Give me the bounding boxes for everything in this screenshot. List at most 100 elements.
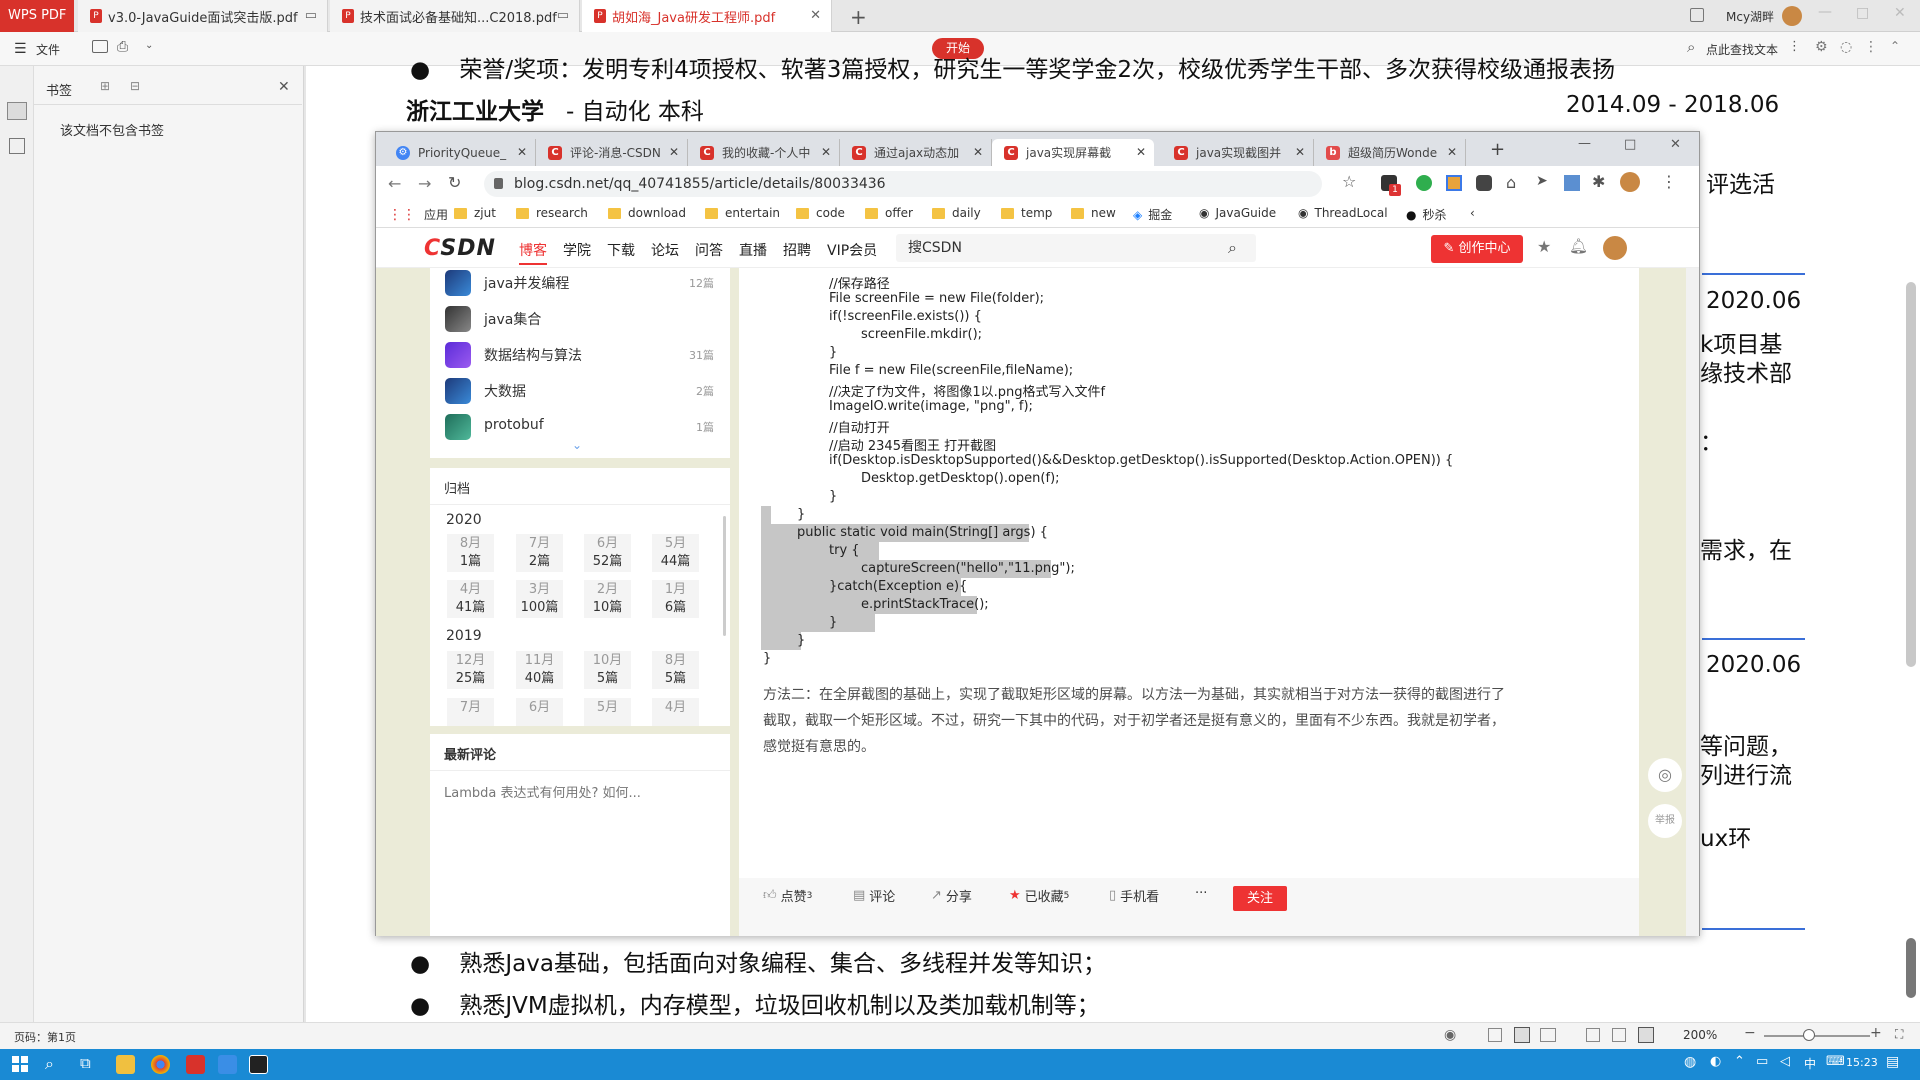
star-icon[interactable]: ☆	[1342, 172, 1356, 191]
file-menu[interactable]: 文件	[36, 41, 60, 58]
close-icon[interactable]: ✕	[1894, 5, 1906, 21]
window-icon[interactable]	[1690, 8, 1704, 22]
fullscreen-icon[interactable]: ⛶	[1895, 1027, 1903, 1042]
maximize-icon[interactable]: □	[1624, 137, 1636, 152]
archive-month[interactable]: 10月 5篇	[584, 651, 631, 689]
close-icon[interactable]: ✕	[810, 8, 821, 23]
archive-month[interactable]: 1月 6篇	[652, 580, 699, 618]
close-icon[interactable]: ✕	[973, 145, 983, 159]
csdn-logo[interactable]: CSDN	[424, 236, 496, 261]
bookmark-folder[interactable]: entertain	[705, 206, 780, 220]
pdf-scrollbar-thumb-lower[interactable]	[1906, 938, 1916, 998]
category-name[interactable]: java集合	[484, 309, 541, 329]
extension-icon[interactable]	[1564, 175, 1580, 191]
category-name[interactable]: protobuf	[484, 417, 544, 433]
chevron-up-icon[interactable]: ⌃	[1734, 1054, 1745, 1069]
extension-icon[interactable]	[1446, 175, 1462, 191]
bookmark-folder[interactable]: research	[516, 206, 588, 220]
wps-tab-2[interactable]: P 技术面试必备基础知...C2018.pdf ▭	[330, 0, 580, 32]
archive-month[interactable]: 4月	[652, 698, 699, 726]
bookmark-folder[interactable]: download	[608, 206, 686, 220]
continuous-page-icon[interactable]	[1514, 1027, 1530, 1043]
tray-icon[interactable]: ◐	[1710, 1054, 1721, 1069]
bookmark-folder[interactable]: temp	[1001, 206, 1052, 220]
bookmark-apps[interactable]: ⋮⋮ 应用	[388, 206, 448, 223]
bookmark-folder[interactable]: new	[1071, 206, 1116, 220]
chrome-tab-3[interactable]: C 我的收藏-个人中 ✕	[688, 139, 840, 166]
evernote-icon[interactable]	[1416, 175, 1432, 191]
zoom-slider-handle[interactable]	[1803, 1029, 1815, 1041]
puzzle-icon[interactable]: ✱	[1592, 172, 1605, 191]
camera-icon[interactable]: ⌂	[1506, 173, 1516, 192]
close-icon[interactable]: ✕	[1670, 137, 1681, 152]
address-bar[interactable]: blog.csdn.net/qq_40741855/article/detail…	[484, 171, 1322, 197]
close-icon[interactable]: ✕	[517, 145, 527, 159]
chrome-tab-7[interactable]: b 超级简历Wonde ✕	[1314, 139, 1466, 166]
nav-live[interactable]: 直播	[739, 240, 767, 260]
volume-icon[interactable]: ◁	[1780, 1054, 1790, 1069]
archive-month[interactable]: 8月 5篇	[652, 651, 699, 689]
zoom-level[interactable]: 200%	[1683, 1028, 1717, 1042]
close-icon[interactable]: ✕	[1136, 145, 1146, 159]
lock-icon[interactable]	[494, 178, 503, 189]
back-icon[interactable]: ←	[388, 174, 401, 193]
wps-tab-1[interactable]: P v3.0-JavaGuide面试突击版.pdf ▭	[78, 0, 328, 32]
cursor-icon[interactable]: ➤	[1536, 173, 1548, 189]
close-icon[interactable]: ✕	[821, 145, 831, 159]
print-icon[interactable]: ⎙	[117, 39, 128, 55]
bookmark-threadlocal[interactable]: ◉ ThreadLocal	[1298, 206, 1388, 220]
nav-download[interactable]: 下载	[607, 240, 635, 260]
actual-size-icon[interactable]	[1638, 1027, 1654, 1043]
chrome-tab-1[interactable]: ⚙ PriorityQueue_ ✕	[384, 139, 536, 166]
archive-month[interactable]: 6月	[516, 698, 563, 726]
open-folder-icon[interactable]	[92, 40, 108, 53]
settings-icon[interactable]: ⚙	[1815, 39, 1828, 55]
avatar[interactable]	[1782, 6, 1802, 26]
bookmark-juejin[interactable]: ◈ 掘金	[1133, 206, 1172, 223]
new-tab-plus-icon[interactable]: +	[1490, 139, 1505, 160]
comment-link[interactable]: Lambda 表达式有何用处? 如何...	[444, 782, 641, 801]
chrome-tab-2[interactable]: C 评论-消息-CSDN ✕	[536, 139, 688, 166]
chevron-down-icon[interactable]: ⌄	[145, 40, 153, 51]
expand-all-icon[interactable]: ⊞	[100, 79, 110, 93]
clock[interactable]: 15:23	[1846, 1056, 1878, 1069]
maximize-icon[interactable]: □	[1856, 5, 1869, 21]
category-name[interactable]: 大数据	[484, 381, 526, 401]
page-scrollbar[interactable]	[1686, 268, 1699, 936]
archive-month[interactable]: 11月 40篇	[516, 651, 563, 689]
csdn-search-input[interactable]: 搜CSDN	[896, 234, 1256, 262]
create-center-button[interactable]: ✎ 创作中心	[1431, 235, 1523, 263]
nav-qa[interactable]: 问答	[695, 240, 723, 260]
collect-button[interactable]: ★ 已收藏 5	[1009, 886, 1069, 905]
extension-icon[interactable]	[1476, 175, 1492, 191]
task-view-icon[interactable]: ⧉	[80, 1054, 91, 1072]
monitor-icon[interactable]: ▭	[305, 8, 317, 23]
share-button[interactable]: ↗ 分享	[931, 886, 972, 905]
nav-forum[interactable]: 论坛	[651, 240, 679, 260]
keyboard-icon[interactable]: ⌨	[1826, 1054, 1845, 1069]
archive-month[interactable]: 7月 2篇	[516, 534, 563, 572]
wechat-icon[interactable]: ◍	[1684, 1054, 1696, 1070]
close-icon[interactable]: ✕	[278, 79, 290, 95]
report-button[interactable]: 举报	[1648, 804, 1682, 838]
fit-page-icon[interactable]	[1586, 1028, 1600, 1042]
bookmark-overflow[interactable]: ‹	[1470, 206, 1475, 220]
pdf-scrollbar-thumb[interactable]	[1906, 282, 1916, 667]
bookmark-folder[interactable]: daily	[932, 206, 981, 220]
chrome-icon[interactable]	[151, 1055, 170, 1074]
network-icon[interactable]: ▭	[1756, 1054, 1768, 1069]
minimize-icon[interactable]: —	[1578, 136, 1591, 151]
wps-pdf-icon[interactable]	[186, 1055, 205, 1074]
more-vertical-icon[interactable]: ⋮	[1661, 172, 1677, 191]
wps-tab-3-active[interactable]: P 胡如海_Java研发工程师.pdf ✕	[582, 0, 832, 32]
archive-month[interactable]: 6月 52篇	[584, 534, 631, 572]
user-name[interactable]: Mcy湖畔	[1726, 8, 1774, 25]
file-explorer-icon[interactable]	[116, 1055, 135, 1074]
search-icon[interactable]: ⌕	[1228, 238, 1237, 258]
chevron-down-icon[interactable]: ⌄	[572, 438, 582, 452]
windows-start-icon[interactable]	[12, 1056, 28, 1072]
comment-button[interactable]: ▤ 评论	[853, 886, 895, 905]
avatar[interactable]	[1620, 172, 1640, 192]
mobile-view-button[interactable]: ▯ 手机看	[1109, 886, 1159, 905]
collapse-icon[interactable]: ⌃	[1890, 39, 1900, 53]
